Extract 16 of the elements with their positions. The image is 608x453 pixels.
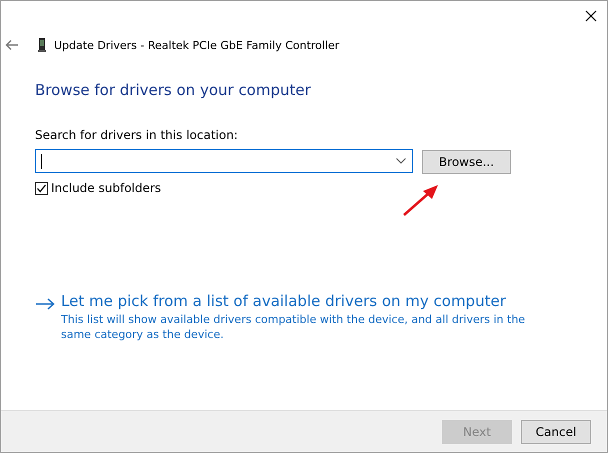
- include-subfolders-label: Include subfolders: [51, 181, 162, 195]
- close-icon[interactable]: [585, 10, 597, 22]
- chevron-down-icon[interactable]: [396, 158, 406, 164]
- back-arrow-icon[interactable]: [5, 39, 19, 51]
- location-label: Search for drivers in this location:: [35, 128, 239, 142]
- pick-description: This list will show available drivers compatible with the device, and all drivers in the same category as the device.: [61, 312, 526, 342]
- annotation-arrow: [401, 183, 441, 217]
- page-heading: Browse for drivers on your computer: [35, 81, 312, 99]
- location-combo-field[interactable]: [35, 149, 413, 173]
- arrow-right-icon[interactable]: [35, 298, 55, 310]
- pick-from-list-link[interactable]: Let me pick from a list of available drivers on my computer: [61, 292, 531, 310]
- cancel-button[interactable]: Cancel: [521, 420, 591, 444]
- include-subfolders-checkbox[interactable]: [35, 182, 48, 194]
- browse-button[interactable]: Browse...: [422, 150, 511, 174]
- network-card-icon: [38, 38, 46, 52]
- window-title: Update Drivers - Realtek PCIe GbE Family Controller: [54, 38, 340, 52]
